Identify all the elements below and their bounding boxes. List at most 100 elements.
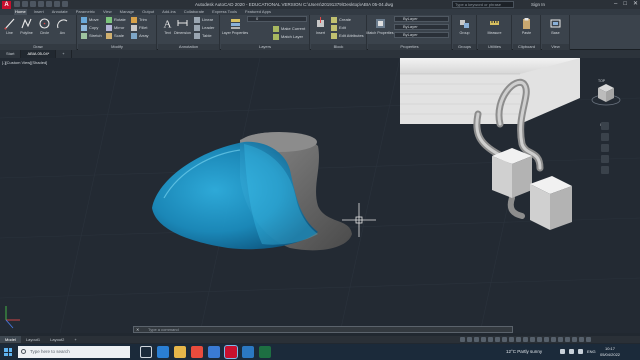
measure-button[interactable]: Measure <box>487 17 502 35</box>
customize-icon[interactable] <box>586 337 591 342</box>
autocad-taskbar-icon[interactable] <box>224 345 238 359</box>
move-button[interactable]: Move <box>81 16 99 23</box>
graphics-performance-icon[interactable] <box>572 337 577 342</box>
showmotion-icon[interactable] <box>601 166 609 174</box>
pan-icon[interactable] <box>601 133 609 141</box>
model-tab[interactable]: Model <box>0 336 21 343</box>
text-button[interactable]: A Text <box>160 17 175 36</box>
isodraft-icon[interactable] <box>495 337 500 342</box>
language-indicator[interactable]: ENG <box>587 349 596 354</box>
small-cube-right[interactable] <box>530 176 572 230</box>
object-snap-icon[interactable] <box>509 337 514 342</box>
maximize-button[interactable]: □ <box>623 1 627 8</box>
layout2-tab[interactable]: Layout2 <box>45 336 69 343</box>
layout1-tab[interactable]: Layout1 <box>21 336 45 343</box>
steering-wheel-icon[interactable] <box>601 122 609 130</box>
units-icon[interactable] <box>558 337 563 342</box>
weather-widget[interactable]: 12°C Partly sunny <box>506 349 542 354</box>
autocad-app-icon[interactable]: A <box>2 1 11 9</box>
drawing-viewport[interactable]: TOP WCS [-][Custom View][Shaded] <box>0 58 640 333</box>
match-properties-button[interactable]: Match Properties <box>366 17 394 35</box>
file-tab-drawing[interactable]: ABIA 05-04* <box>21 50 57 58</box>
annotation-scale-icon[interactable] <box>544 337 549 342</box>
dynamic-ucs-icon[interactable] <box>537 337 542 342</box>
paste-button[interactable]: Paste <box>519 17 534 35</box>
new-file-tab-button[interactable]: + <box>56 50 72 58</box>
minimize-button[interactable]: – <box>614 1 617 8</box>
match-layer-button[interactable]: Match Layer <box>273 33 303 40</box>
layer-dropdown[interactable]: 0 <box>247 16 307 22</box>
arc-button[interactable]: Arc <box>55 17 70 35</box>
viewport-controls-label[interactable]: [-][Custom View][Shaded] <box>2 60 47 65</box>
snap-toggle-icon[interactable] <box>474 337 479 342</box>
transparency-icon[interactable] <box>523 337 528 342</box>
stretch-button[interactable]: Stretch <box>81 32 102 39</box>
base-view-button[interactable]: Base <box>548 17 563 35</box>
line-button[interactable]: Line <box>2 17 17 35</box>
array-button[interactable]: Array <box>131 32 149 39</box>
sign-in-button[interactable]: Sign In <box>531 2 545 7</box>
lineweight-dropdown[interactable]: ByLayer <box>394 32 449 38</box>
make-current-button[interactable]: Make Current <box>273 25 305 32</box>
orbit-icon[interactable] <box>601 155 609 163</box>
close-command-line-icon[interactable]: ✕ <box>136 327 139 332</box>
ortho-toggle-icon[interactable] <box>481 337 486 342</box>
layer-properties-button[interactable]: Layer Properties <box>222 17 248 35</box>
polar-toggle-icon[interactable] <box>488 337 493 342</box>
save-icon[interactable] <box>30 1 36 7</box>
close-window-button[interactable]: ✕ <box>633 1 638 8</box>
rotate-button[interactable]: Rotate <box>106 16 126 23</box>
model-canvas[interactable]: TOP WCS <box>0 58 640 333</box>
taskbar-clock[interactable]: 10:17 05/04/2022 <box>600 346 620 358</box>
file-explorer-icon[interactable] <box>174 346 186 358</box>
large-white-box[interactable] <box>400 58 580 124</box>
outlook-icon[interactable] <box>242 346 254 358</box>
workspace-switch-icon[interactable] <box>551 337 556 342</box>
copy-button[interactable]: Copy <box>81 24 98 31</box>
task-view-icon[interactable] <box>140 346 152 358</box>
chevron-up-icon[interactable] <box>560 349 565 354</box>
zoom-icon[interactable] <box>601 144 609 152</box>
create-block-button[interactable]: Create <box>331 16 351 23</box>
trim-button[interactable]: Trim <box>131 16 147 23</box>
undo-icon[interactable] <box>54 1 60 7</box>
linear-button[interactable]: Linear <box>194 16 213 23</box>
edit-block-button[interactable]: Edit <box>331 24 346 31</box>
selection-cycling-icon[interactable] <box>530 337 535 342</box>
chrome-icon[interactable] <box>191 346 203 358</box>
open-file-icon[interactable] <box>22 1 28 7</box>
clean-screen-icon[interactable] <box>579 337 584 342</box>
excel-icon[interactable] <box>259 346 271 358</box>
file-tab-start[interactable]: Start <box>0 50 22 58</box>
command-line-input[interactable]: ✕ Type a command <box>133 326 513 333</box>
polyline-button[interactable]: Polyline <box>19 17 34 35</box>
model-space-icon[interactable] <box>460 337 465 342</box>
taskbar-search-input[interactable]: Type here to search <box>18 346 130 358</box>
linetype-dropdown[interactable]: ByLayer <box>394 24 449 30</box>
store-icon[interactable] <box>208 346 220 358</box>
fillet-button[interactable]: Fillet <box>131 24 147 31</box>
new-layout-button[interactable]: + <box>69 336 81 343</box>
network-icon[interactable] <box>569 349 574 354</box>
save-as-icon[interactable] <box>38 1 44 7</box>
redo-icon[interactable] <box>62 1 68 7</box>
lineweight-toggle-icon[interactable] <box>516 337 521 342</box>
new-file-icon[interactable] <box>14 1 20 7</box>
group-button[interactable]: Group <box>457 17 472 35</box>
scale-button[interactable]: Scale <box>106 32 124 39</box>
edge-icon[interactable] <box>157 346 169 358</box>
mirror-button[interactable]: Mirror <box>106 24 124 31</box>
dimension-button[interactable]: Dimension <box>174 17 191 35</box>
color-dropdown[interactable]: ByLayer <box>394 16 449 22</box>
object-snap-tracking-icon[interactable] <box>502 337 507 342</box>
view-cube[interactable] <box>591 84 621 106</box>
volume-icon[interactable] <box>578 349 583 354</box>
grid-toggle-icon[interactable] <box>467 337 472 342</box>
table-button[interactable]: Table <box>194 32 212 39</box>
edit-attributes-button[interactable]: Edit Attributes <box>331 32 364 39</box>
help-search-input[interactable]: Type a keyword or phrase <box>452 1 514 8</box>
small-cube-left[interactable] <box>492 148 532 198</box>
windows-start-icon[interactable] <box>4 348 12 356</box>
print-icon[interactable] <box>46 1 52 7</box>
insert-button[interactable]: Insert <box>313 17 328 35</box>
